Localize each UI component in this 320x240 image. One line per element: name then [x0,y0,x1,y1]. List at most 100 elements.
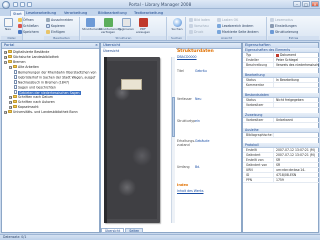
minimize-button[interactable]: – [293,1,301,7]
field-value-umfang: Bd. [195,165,201,169]
tab-pages[interactable]: Seiten [125,228,144,233]
save-button[interactable]: Speichern [18,29,39,34]
portal-panel-title: Portal [4,43,15,47]
property-value[interactable]: 2007-07-12 13:07:21 (M) [273,153,319,157]
property-value-text: Verweis des niederhessischen [276,63,319,67]
viewer-scrollbar[interactable] [171,57,175,223]
book-label [121,79,142,90]
ribbon: Neu Datei Öffnen Schließen Speichern Aus… [0,16,320,41]
settings-button[interactable]: Einstellungen [270,23,297,28]
document-icon [14,75,17,79]
expand-icon[interactable]: + [4,111,7,114]
track-structure-button[interactable]: Strukturierung verfolgen [99,18,121,36]
structure-info: Strukturdaten DBACD0000 Titel Gebräu Ver… [177,49,241,225]
panel-close-icon[interactable]: × [95,43,98,48]
change-marked-page-button[interactable]: Markierte Seite ändern [217,29,259,34]
property-value-text: SR [276,163,281,167]
close-doc-label: Schließen [23,23,39,28]
preview-button[interactable]: Vorschau [189,23,209,28]
property-value[interactable]: Dokument [273,53,319,57]
window-title: Portal - Library Manager 2008 [128,2,192,7]
reading-mode-icon [270,17,274,22]
new-button[interactable]: Neu [2,18,14,36]
reading-mode-button[interactable]: Lesemodus [270,17,293,22]
ribbon-group-ansicht: Bild laden Vorschau Druck Lasten OK Lese… [187,17,267,40]
document-icon [14,80,17,84]
new-button-label: Neu [5,27,11,31]
load-ok-button[interactable]: Lasten OK [217,17,238,22]
change-marked-page-label: Markierte Seite ändern [222,29,259,34]
paste-button[interactable]: Einfügen [46,29,65,34]
property-value-text: 2007-07-12 13:07:21 (M) [276,153,315,157]
search-button[interactable]: Suchen [169,18,185,36]
collapse-icon[interactable]: − [4,61,7,64]
expand-icon[interactable]: + [9,96,12,99]
print-button[interactable]: Druck [189,29,203,34]
property-value[interactable]: Peter Schlegel [273,58,319,62]
property-value-text: Dokument [280,53,297,57]
change-reading-area-label: Lesebereich ändern [222,23,254,28]
property-value[interactable] [273,103,319,107]
copy-label: Kopieren [51,23,65,28]
property-value[interactable] [273,83,319,87]
pdf-icon [138,18,148,27]
paginate-button[interactable]: Paginieren [118,18,134,36]
ribbon-group-strukturen: Strukturieren Strukturierung verfolgen P… [81,17,167,40]
change-reading-area-button[interactable]: Lesebereich ändern [217,23,253,28]
document-icon [14,85,17,89]
image-viewer[interactable]: Übersicht [101,48,176,228]
image-icon [189,17,193,22]
tree-item[interactable]: + Universitäts- und Landesbibliothek Bonn [3,110,99,115]
structuring-button[interactable]: Strukturierung [270,29,298,34]
property-value[interactable]: SR [273,158,319,162]
open-button[interactable]: Öffnen [18,17,34,22]
contents-link[interactable]: Inhalt des Werks [177,189,203,193]
open-label: Öffnen [23,17,34,22]
structure-button[interactable]: Strukturieren [82,18,102,36]
paste-icon [46,29,50,34]
reading-mode-label: Lesemodus [275,17,294,22]
structure-id-link[interactable]: DBACD0000 [177,55,241,59]
property-value[interactable]: In Bearbeitung [273,78,319,82]
pdf-button[interactable]: PDF erzeugen [135,18,151,36]
expand-icon[interactable]: + [9,101,12,104]
copy-button[interactable]: Kopieren [46,23,65,28]
index-heading: Index [177,183,189,187]
load-image-button[interactable]: Bild laden [189,17,210,22]
property-key: Erstellt [246,148,257,152]
property-value[interactable]: 4718/08-ESN [273,173,319,177]
preview-label: Vorschau [194,23,209,28]
document-icon [14,70,17,74]
cut-button[interactable]: Ausschneiden [46,17,73,22]
property-value-text: SR [276,158,281,162]
close-doc-button[interactable]: Schließen [18,23,39,28]
document-panel-title: Übersicht [103,43,121,47]
property-key: Erstellt von [246,158,264,162]
group-label-suchen: Suchen [168,36,185,40]
property-value[interactable]: urn:nbn:de:bsz:14- [273,168,319,172]
property-value[interactable]: Unbekannt [273,118,319,122]
property-value[interactable]: Nicht freigegeben [273,98,319,102]
search-icon [172,18,182,27]
property-value[interactable] [273,133,319,137]
copy-icon [46,23,50,28]
close-button[interactable]: × [311,1,319,7]
document-type-icon [276,53,279,57]
viewer-scroll-thumb[interactable] [172,97,175,137]
expand-icon[interactable]: + [9,106,12,109]
expand-icon[interactable]: + [4,51,7,54]
property-value[interactable]: SR [273,163,319,167]
property-value[interactable]: 2007-07-12 13:07:21 (M) [273,148,319,152]
paginate-label: Paginieren [118,27,134,31]
expand-icon[interactable]: + [4,56,7,59]
property-key: ID [246,173,250,177]
property-value[interactable]: Verweis des niederhessischen [273,63,319,67]
maximize-button[interactable]: □ [302,1,310,7]
tab-overview[interactable]: Übersicht [101,228,125,233]
property-key: Status [246,98,256,102]
property-value[interactable]: 1759 [273,178,319,182]
collapse-icon[interactable]: − [9,66,12,69]
group-label-strukturen: Strukturen [81,36,166,40]
property-group-spacer [243,183,319,188]
field-label-umfang: Umfang [177,165,190,169]
